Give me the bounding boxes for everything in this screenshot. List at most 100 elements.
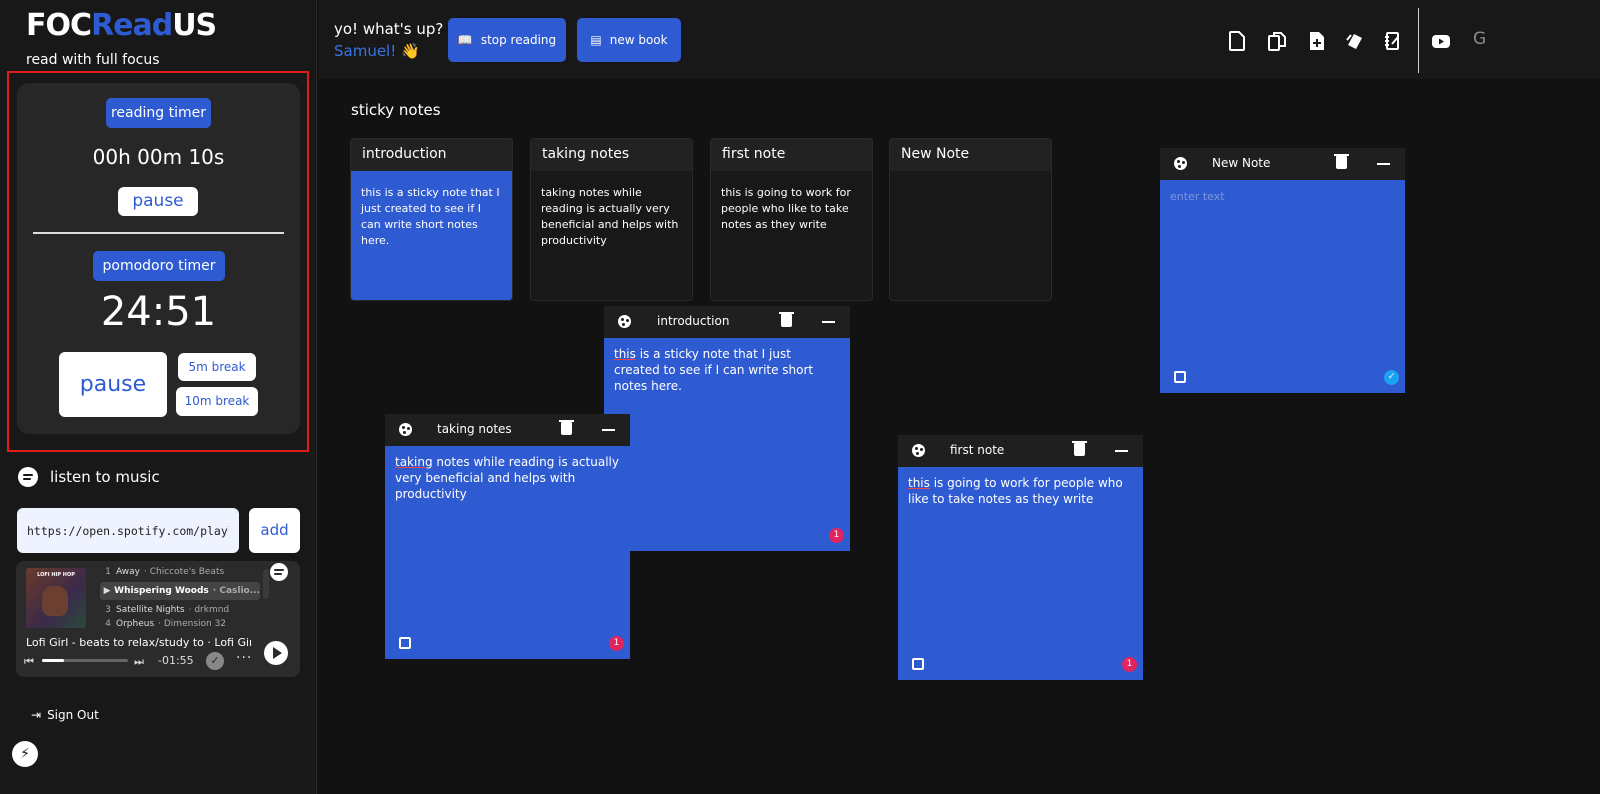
progress-fill xyxy=(42,659,64,662)
google-icon[interactable]: G xyxy=(1473,29,1486,49)
spell-flag-word: taking xyxy=(395,455,433,469)
add-page-icon[interactable] xyxy=(1308,31,1326,51)
reading-timer-label: reading timer xyxy=(106,98,211,128)
note-window-text[interactable]: this is going to work for people who lik… xyxy=(898,467,1143,515)
track-number: 4 xyxy=(105,619,111,629)
note-window-header[interactable]: first note xyxy=(898,435,1143,467)
track-title: Satellite Nights xyxy=(116,605,185,615)
minimize-icon[interactable] xyxy=(1115,450,1128,452)
note-window-taking-notes[interactable]: taking notes taking notes while reading … xyxy=(385,414,630,659)
minimize-icon[interactable] xyxy=(822,321,835,323)
trash-icon[interactable] xyxy=(779,312,794,327)
progress-bar[interactable] xyxy=(42,659,128,662)
spotify-logo-icon[interactable] xyxy=(270,563,288,581)
track-title: Away xyxy=(116,567,140,577)
break-5m-button[interactable]: 5m break xyxy=(178,353,256,381)
username: Samuel! 👋 xyxy=(334,42,420,60)
note-window-header[interactable]: New Note xyxy=(1160,148,1405,180)
bolt-icon[interactable]: ⚡ xyxy=(12,741,38,767)
palette-icon[interactable] xyxy=(912,444,925,457)
break-10m-button[interactable]: 10m break xyxy=(176,387,258,416)
play-small-icon: ▶ xyxy=(103,586,111,596)
header: yo! what's up? Samuel! 👋 📖 stop reading … xyxy=(318,0,1600,80)
header-separator xyxy=(1418,8,1419,73)
palette-icon[interactable] xyxy=(399,423,412,436)
track-number: 1 xyxy=(105,567,111,577)
notebook-edit-icon[interactable] xyxy=(1384,31,1402,51)
note-card-first-note[interactable]: first note this is going to work for peo… xyxy=(710,138,873,301)
note-card-new-note[interactable]: New Note xyxy=(889,138,1052,301)
note-card-body: taking notes while reading is actually v… xyxy=(541,186,679,247)
track-item[interactable]: 1 Away · Chiccote's Beats xyxy=(100,563,260,581)
note-card-title: taking notes xyxy=(531,139,692,171)
youtube-icon[interactable] xyxy=(1431,31,1451,51)
note-window-header[interactable]: taking notes xyxy=(385,414,630,446)
playlist-url-input[interactable] xyxy=(17,508,239,553)
trash-icon[interactable] xyxy=(1334,154,1349,169)
save-icon[interactable] xyxy=(399,637,411,649)
note-window-text[interactable]: enter text xyxy=(1160,180,1405,213)
note-placeholder: enter text xyxy=(1170,190,1225,203)
copy-pages-icon[interactable] xyxy=(1268,31,1286,51)
now-playing-title: Lofi Girl - beats to relax/study to · Lo… xyxy=(26,636,251,649)
track-artist: · Dimension 32 xyxy=(158,619,227,629)
play-icon[interactable] xyxy=(264,641,288,665)
spell-flag-word: this xyxy=(908,476,930,490)
note-window-new-note[interactable]: New Note enter text ✓ xyxy=(1160,148,1405,393)
previous-icon[interactable]: ⏮ xyxy=(24,655,34,669)
track-item-playing[interactable]: ▶ Whispering Woods · Caslio... xyxy=(100,582,260,600)
tracklist-scrollbar[interactable] xyxy=(263,569,269,599)
divider xyxy=(33,232,284,234)
add-playlist-button[interactable]: add xyxy=(249,508,300,553)
save-icon[interactable] xyxy=(912,658,924,670)
logo-part: US xyxy=(172,8,217,43)
saved-check-icon[interactable]: ✓ xyxy=(206,652,224,670)
track-item[interactable]: 4 Orpheus · Dimension 32 xyxy=(100,619,260,629)
note-card-title: New Note xyxy=(890,139,1051,171)
more-icon[interactable]: ··· xyxy=(236,650,252,666)
note-window-text[interactable]: taking notes while reading is actually v… xyxy=(385,446,630,510)
next-icon[interactable]: ⏭ xyxy=(134,655,144,669)
new-book-button[interactable]: ▤ new book xyxy=(577,18,681,62)
stop-reading-button[interactable]: 📖 stop reading xyxy=(448,18,566,62)
stop-reading-label: stop reading xyxy=(480,33,557,47)
minimize-icon[interactable] xyxy=(602,429,615,431)
note-window-header[interactable]: introduction xyxy=(604,306,850,338)
book-icon: ▤ xyxy=(590,33,602,47)
note-card-introduction[interactable]: introduction this is a sticky note that … xyxy=(350,138,513,301)
note-window-introduction[interactable]: introduction this is a sticky note that … xyxy=(604,306,850,551)
track-number: 3 xyxy=(105,605,111,615)
pomodoro-timer-label: pomodoro timer xyxy=(93,251,225,281)
note-window-title: introduction xyxy=(657,314,730,328)
book-open-icon: 📖 xyxy=(457,33,473,47)
note-window-title: New Note xyxy=(1212,156,1271,170)
page-icon[interactable] xyxy=(1228,31,1246,51)
note-card-title: introduction xyxy=(351,139,512,171)
time-left: -01:55 xyxy=(158,654,194,667)
palette-icon[interactable] xyxy=(618,315,631,328)
note-window-text[interactable]: this is a sticky note that I just create… xyxy=(604,338,850,402)
note-window-first-note[interactable]: first note this is going to work for peo… xyxy=(898,435,1143,680)
check-icon[interactable]: ✓ xyxy=(1384,370,1399,385)
reading-pause-button[interactable]: pause xyxy=(118,187,198,216)
note-window-title: taking notes xyxy=(437,422,512,436)
trash-icon[interactable] xyxy=(1072,441,1087,456)
pomodoro-pause-button[interactable]: pause xyxy=(59,352,167,417)
logo: FOCReadUS xyxy=(26,8,217,43)
note-card-body: this is a sticky note that I just create… xyxy=(351,171,512,300)
track-artist: · Caslio... xyxy=(212,586,260,596)
cards-icon[interactable] xyxy=(1346,31,1364,51)
track-item[interactable]: 3 Satellite Nights · drkmnd xyxy=(100,601,260,619)
note-text-rest: is a sticky note that I just created to … xyxy=(614,347,814,393)
trash-icon[interactable] xyxy=(559,420,574,435)
signout-link[interactable]: ⇥ Sign Out xyxy=(31,708,99,722)
track-artist: · Chiccote's Beats xyxy=(144,567,225,577)
save-icon[interactable] xyxy=(1174,371,1186,383)
minimize-icon[interactable] xyxy=(1377,163,1390,165)
note-card-taking-notes[interactable]: taking notes taking notes while reading … xyxy=(530,138,693,301)
logo-part-highlight: Read xyxy=(91,8,173,43)
track-artist-name: Caslio... xyxy=(219,586,260,596)
palette-icon[interactable] xyxy=(1174,157,1187,170)
music-heading-label: listen to music xyxy=(50,468,160,486)
note-card-body: this is going to work for people who lik… xyxy=(721,186,851,231)
